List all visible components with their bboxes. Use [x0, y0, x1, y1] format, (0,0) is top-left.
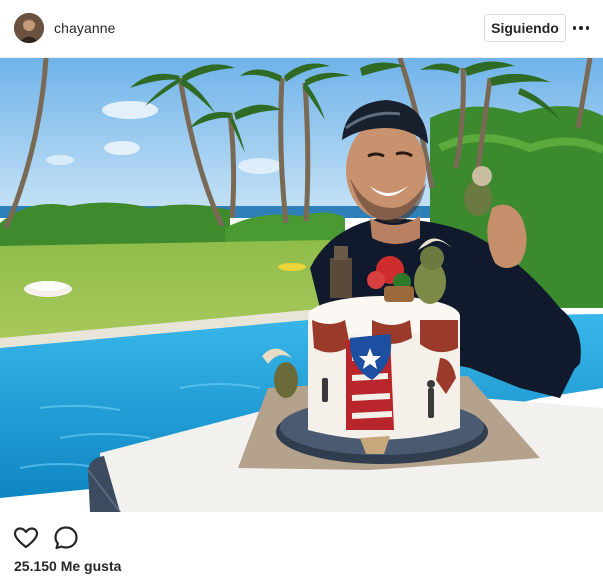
ellipsis-icon[interactable]	[571, 19, 591, 37]
avatar[interactable]	[14, 13, 44, 43]
heart-icon[interactable]	[12, 524, 40, 552]
likes-count[interactable]: 25.150 Me gusta	[14, 558, 121, 574]
avatar-image	[14, 13, 44, 43]
post-actions	[0, 518, 603, 558]
following-button[interactable]: Siguiendo	[484, 14, 566, 42]
comment-icon[interactable]	[52, 524, 80, 552]
username-link[interactable]: chayanne	[54, 20, 116, 36]
post-photo[interactable]	[0, 58, 603, 512]
post-header: chayanne Siguiendo	[0, 0, 603, 58]
